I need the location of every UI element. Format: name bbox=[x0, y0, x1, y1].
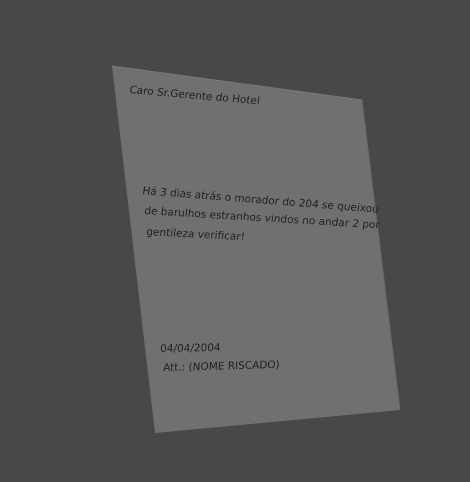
note-svg: Caro Sr.Gerente do Hotel Há 3 dias atrás… bbox=[111, 65, 401, 433]
paper-note[interactable] bbox=[112, 66, 400, 433]
note-date: 04/04/2004 bbox=[160, 342, 221, 355]
game-scene: Caro Sr.Gerente do Hotel Há 3 dias atrás… bbox=[0, 0, 470, 482]
